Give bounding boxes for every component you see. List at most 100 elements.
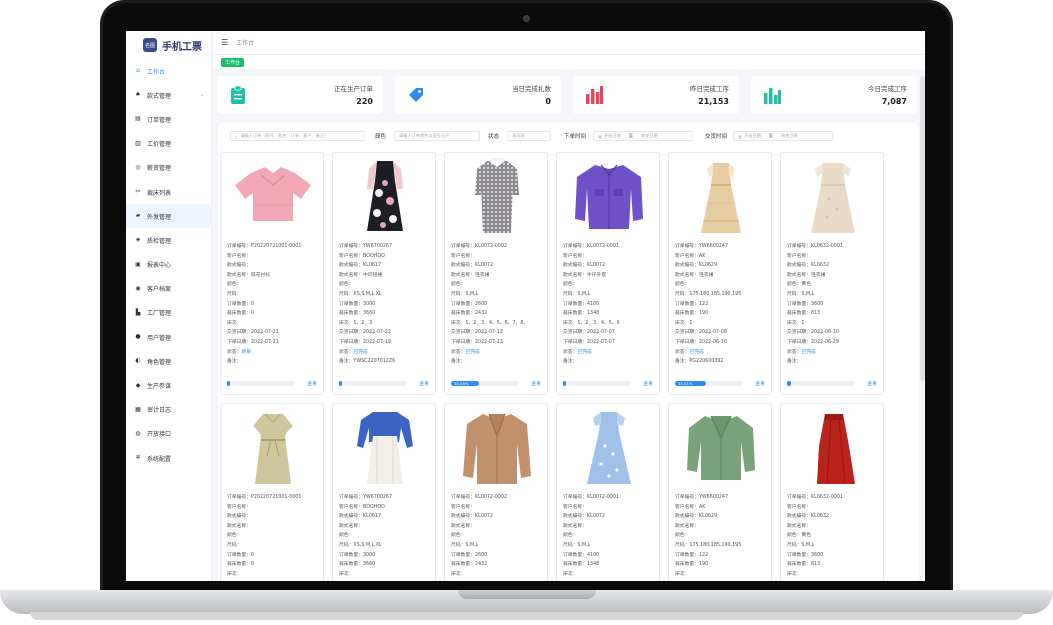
sidebar-item-5[interactable]: ✂ 裁床列表: [126, 180, 211, 204]
field-color: 颜色：: [675, 531, 769, 541]
order-card[interactable]: 订单编号：P20220721001-0001 客户名称： 款式编号： 款式名称： 颜色：…: [220, 403, 324, 581]
order-time-end: 结束日期: [640, 133, 658, 138]
field-label: 状态：: [787, 349, 802, 355]
order-card[interactable]: 订单编号：KL0632-0001 客户名称： 款式编号：KL0632 款式名称：连衣裙…: [780, 152, 884, 395]
field-order-qty: 订单数量：122: [675, 551, 769, 561]
view-button[interactable]: 查看: [531, 380, 541, 387]
field-value[interactable]: 已完成: [577, 350, 591, 355]
field-value: S,M,L: [577, 291, 591, 297]
order-card[interactable]: 订单编号：KL0632-0001 客户名称： 款式编号：KL0632 款式名称： 颜色：…: [780, 403, 884, 581]
field-customer: 客户名称：AK: [675, 503, 769, 513]
field-label: 款式编号：: [675, 514, 699, 520]
field-size: 尺码：S,M,L: [563, 541, 657, 551]
order-fields: 订单编号：KL0632-0001 客户名称： 款式编号：KL0632 款式名称： 颜色：…: [787, 493, 881, 579]
field-style-name: 款式名称：中印短裙: [339, 271, 433, 281]
field-label: 订单编号：: [227, 495, 251, 500]
field-value: 190: [699, 562, 709, 568]
field-value: KL0072: [475, 514, 494, 520]
search-input[interactable]: ⌕ 请输入订单（款号、款名、订单、客户、备注）: [230, 131, 365, 141]
sidebar-item-10[interactable]: ▙ 工厂管理: [126, 301, 211, 325]
status-select[interactable]: 请选择 ⌄: [507, 131, 551, 141]
field-label: 颜色：: [339, 282, 354, 288]
calendar-icon: ▦: [598, 133, 602, 139]
sidebar-item-12[interactable]: ◐ 角色管理: [126, 349, 211, 373]
sidebar-item-8[interactable]: ▣ 报表中心: [126, 253, 211, 277]
field-value: KL0632-0001: [811, 495, 843, 500]
view-button[interactable]: 查看: [307, 380, 317, 387]
sidebar-item-13[interactable]: ◆ 生产参谋: [126, 373, 211, 397]
view-button[interactable]: 查看: [755, 380, 765, 387]
field-label: 订单编号：: [563, 495, 587, 500]
delivery-time-end: 结束日期: [780, 133, 798, 138]
field-customer: 客户名称：AK: [675, 252, 769, 262]
view-button[interactable]: 查看: [867, 380, 877, 387]
field-status: 状态：已完成: [563, 348, 657, 358]
field-label: 颜色：: [451, 533, 466, 539]
order-card[interactable]: 订单编号：KL0072-0001 客户名称： 款式编号：KL0072 款式名称： 颜色：…: [556, 403, 660, 581]
sidebar-item-2[interactable]: ▤ 订单管理: [126, 107, 211, 131]
scrollbar[interactable]: [920, 76, 925, 381]
order-fields: 订单编号：KL0632-0001 客户名称： 款式编号：KL0632 款式名称：连衣裙…: [787, 242, 881, 367]
order-card[interactable]: 订单编号：YW6600247 客户名称：AK 款式编号：KL0629 款式名称： 颜色：…: [668, 403, 772, 581]
field-bed-count: 床次：1、2、3: [339, 319, 433, 329]
progress-bar: [339, 381, 407, 386]
field-value: 2022-07-07: [587, 339, 615, 345]
tab-workbench[interactable]: 工作台: [221, 57, 245, 67]
field-value: 黄色: [801, 282, 812, 288]
view-button[interactable]: 查看: [643, 380, 653, 387]
field-label: 款式编号：: [339, 514, 363, 520]
sidebar-item-6[interactable]: ▰ 外发管理: [126, 204, 211, 229]
delivery-time-range[interactable]: ▦ 开始日期 至 结束日期: [733, 131, 833, 141]
app-logo[interactable]: 名图 手机工票: [126, 31, 211, 59]
sidebar-item-4[interactable]: ◎ 薪资管理: [126, 156, 211, 180]
order-panel: ⌕ 请输入订单（款号、款名、订单、客户、备注） 颜色 请输入订单颜色以逗号分开 …: [218, 123, 919, 581]
order-fields: 订单编号：P20220721001-0001 客户名称： 款式编号： 款式名称： 颜色：…: [227, 493, 321, 579]
field-label: 下单日期：: [227, 339, 251, 345]
field-value: KL0072-0001: [587, 495, 619, 500]
field-value: 175,180,185,190,195: [689, 291, 742, 297]
sidebar-item-3[interactable]: ▥ 工价管理: [126, 132, 211, 156]
sidebar-item-1[interactable]: ♠ 款式管理 ⌄: [126, 83, 211, 107]
field-bed-count: 床次：: [787, 570, 881, 580]
order-card[interactable]: 订单编号：YW6700267 客户名称：BOOHOO 款式编号：KL0617 款式名称…: [332, 403, 436, 581]
sidebar-item-14[interactable]: ▦ 审计日志: [126, 398, 211, 422]
order-card[interactable]: 订单编号：KL0072-0002 客户名称： 款式编号：KL0072 款式名称：连衣裙…: [444, 152, 548, 395]
field-color: 颜色：黄色: [787, 531, 881, 541]
topbar: ☰ 工作台: [213, 31, 925, 55]
sidebar-item-16[interactable]: ✲ 系统配置: [126, 446, 211, 470]
order-card[interactable]: 订单编号：YW6700267 客户名称：BOOHOO 款式编号：KL0617 款式名称…: [332, 152, 436, 395]
field-value: YW6700267: [363, 495, 393, 500]
field-label: 客户名称：: [451, 504, 475, 510]
laptop-frame: 名图 手机工票 ⌂ 工作台 ♠ 款式管理 ⌄ ▤ 订单管理 ▥ 工价管理 ◎ 薪资管理 ✂ 裁床列表 ▰ 外…: [0, 0, 1053, 625]
field-value[interactable]: 已完成: [465, 350, 479, 355]
field-color: 颜色：: [227, 280, 321, 290]
order-card[interactable]: 订单编号：KL0072-0002 客户名称： 款式编号：KL0072 款式名称： 颜色：…: [444, 403, 548, 581]
sidebar-item-15[interactable]: ◍ 开放接口: [126, 422, 211, 446]
field-value[interactable]: 已完成: [689, 350, 703, 355]
field-value[interactable]: 已完成: [801, 350, 815, 355]
field-label: 款式编号：: [563, 263, 587, 269]
field-label: 裁床数量：: [675, 311, 699, 317]
field-style-no: 款式编号：KL0632: [787, 512, 881, 522]
field-cut-qty: 裁床数量：3660: [339, 560, 433, 570]
sidebar-item-0[interactable]: ⌂ 工作台: [126, 59, 211, 83]
field-value[interactable]: 已完成: [353, 350, 367, 355]
order-card[interactable]: 订单编号：YW6600247 客户名称：AK 款式编号：KL0629 款式名称：连衣裙…: [668, 152, 772, 395]
menu-toggle-icon[interactable]: ☰: [221, 38, 228, 47]
sidebar-item-7[interactable]: ◈ 质检管理: [126, 228, 211, 252]
field-label: 状态：: [675, 349, 690, 355]
field-value: 2022-07-22: [363, 330, 391, 336]
order-card[interactable]: 订单编号：KL0072-0001 客户名称： 款式编号：KL0072 款式名称：牛仔外…: [556, 152, 660, 395]
breadcrumb[interactable]: 工作台: [236, 38, 254, 47]
field-size: 尺码：XS,S,M,L,XL: [339, 290, 433, 300]
order-time-range[interactable]: ▦ 开始日期 至 结束日期: [593, 131, 693, 141]
field-value: 2600: [475, 301, 488, 307]
view-button[interactable]: 查看: [419, 380, 429, 387]
sidebar-item-11[interactable]: ● 用户管理: [126, 325, 211, 349]
sidebar-item-9[interactable]: ◉ 客户档案: [126, 277, 211, 301]
field-order-no: 订单编号：KL0072-0002: [451, 493, 545, 503]
field-label: 床次：: [339, 571, 354, 577]
color-filter-input[interactable]: 请输入订单颜色以逗号分开: [394, 131, 480, 141]
field-value[interactable]: 新单: [241, 350, 251, 355]
order-card[interactable]: 订单编号：P20220721001-0001 客户名称： 款式编号： 款式名称：碎花衬…: [220, 152, 324, 395]
